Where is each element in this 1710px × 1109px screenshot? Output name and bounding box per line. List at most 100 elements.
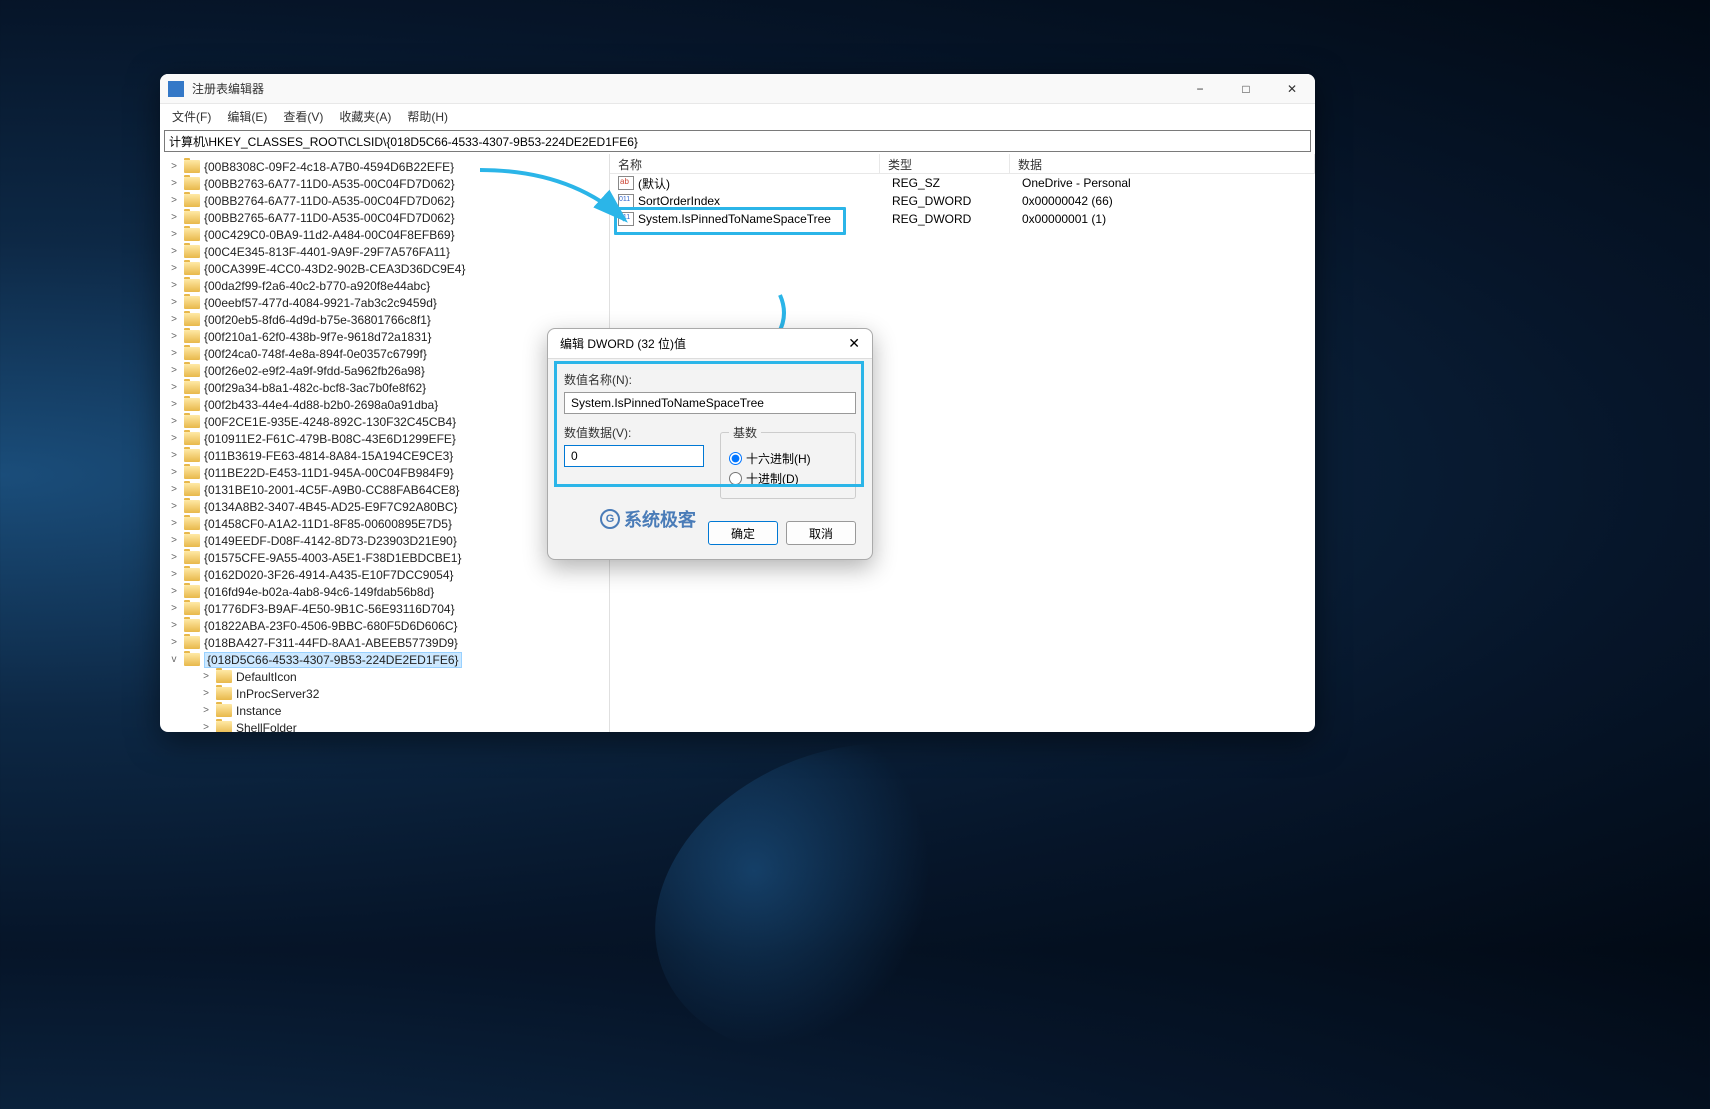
col-data[interactable]: 数据	[1010, 154, 1315, 173]
tree-item[interactable]: >{00f2b433-44e4-4d88-b2b0-2698a0a91dba}	[160, 396, 609, 413]
expander-icon[interactable]: >	[168, 467, 180, 478]
cancel-button[interactable]: 取消	[786, 521, 856, 545]
tree-item[interactable]: >{01776DF3-B9AF-4E50-9B1C-56E93116D704}	[160, 600, 609, 617]
value-data-label: 数值数据(V):	[564, 424, 704, 441]
expander-icon[interactable]: >	[168, 484, 180, 495]
tree-item[interactable]: >{00eebf57-477d-4084-9921-7ab3c2c9459d}	[160, 294, 609, 311]
folder-icon	[216, 721, 232, 732]
value-data: 0x00000001 (1)	[1022, 212, 1315, 226]
col-type[interactable]: 类型	[880, 154, 1010, 173]
expander-icon[interactable]: >	[168, 263, 180, 274]
tree-item[interactable]: >{00f20eb5-8fd6-4d9d-b75e-36801766c8f1}	[160, 311, 609, 328]
tree-item[interactable]: >{011B3619-FE63-4814-8A84-15A194CE9CE3}	[160, 447, 609, 464]
expander-icon[interactable]: >	[168, 280, 180, 291]
expander-icon[interactable]: >	[168, 229, 180, 240]
tree-item[interactable]: > {00da2f99-f2a6-40c2-b770-a920f8e44abc}	[160, 277, 609, 294]
expander-icon[interactable]: >	[168, 365, 180, 376]
tree-item[interactable]: >{00BB2763-6A77-11D0-A535-00C04FD7D062}	[160, 175, 609, 192]
maximize-button[interactable]: □	[1223, 74, 1269, 104]
tree-item[interactable]: >DefaultIcon	[160, 668, 609, 685]
expander-icon[interactable]: >	[168, 348, 180, 359]
tree-item[interactable]: >{01458CF0-A1A2-11D1-8F85-00600895E7D5}	[160, 515, 609, 532]
expander-icon[interactable]: >	[168, 637, 180, 648]
expander-icon[interactable]: >	[168, 297, 180, 308]
tree-label: {00CA399E-4CC0-43D2-902B-CEA3D36DC9E4}	[204, 262, 465, 276]
tree-pane[interactable]: >{00B8308C-09F2-4c18-A7B0-4594D6B22EFE}>…	[160, 154, 610, 732]
expander-icon[interactable]: v	[168, 654, 180, 665]
dialog-close-button[interactable]: ✕	[848, 335, 860, 352]
tree-item[interactable]: >{0131BE10-2001-4C5F-A9B0-CC88FAB64CE8}	[160, 481, 609, 498]
expander-icon[interactable]: >	[168, 535, 180, 546]
expander-icon[interactable]: >	[168, 212, 180, 223]
tree-item[interactable]: > {00C429C0-0BA9-11d2-A484-00C04F8EFB69}	[160, 226, 609, 243]
tree-item[interactable]: >{00BB2765-6A77-11D0-A535-00C04FD7D062}	[160, 209, 609, 226]
expander-icon[interactable]: >	[168, 552, 180, 563]
expander-icon[interactable]: >	[168, 382, 180, 393]
minimize-button[interactable]: −	[1177, 74, 1223, 104]
expander-icon[interactable]: >	[168, 569, 180, 580]
tree-item[interactable]: > {00CA399E-4CC0-43D2-902B-CEA3D36DC9E4}	[160, 260, 609, 277]
expander-icon[interactable]: >	[168, 178, 180, 189]
tree-item[interactable]: >{0149EEDF-D08F-4142-8D73-D23903D21E90}	[160, 532, 609, 549]
tree-item[interactable]: >{00f24ca0-748f-4e8a-894f-0e0357c6799f}	[160, 345, 609, 362]
expander-icon[interactable]: >	[168, 450, 180, 461]
tree-label: {00C429C0-0BA9-11d2-A484-00C04F8EFB69}	[204, 228, 455, 242]
expander-icon[interactable]: >	[168, 620, 180, 631]
tree-item[interactable]: >{00B8308C-09F2-4c18-A7B0-4594D6B22EFE}	[160, 158, 609, 175]
expander-icon[interactable]: >	[168, 399, 180, 410]
expander-icon[interactable]: >	[200, 688, 212, 699]
folder-icon	[184, 432, 200, 445]
expander-icon[interactable]: >	[168, 518, 180, 529]
value-row[interactable]: (默认)REG_SZOneDrive - Personal	[610, 174, 1315, 192]
tree-item[interactable]: >{01575CFE-9A55-4003-A5E1-F38D1EBDCBE1}	[160, 549, 609, 566]
menu-view[interactable]: 查看(V)	[275, 106, 331, 127]
expander-icon[interactable]: >	[168, 314, 180, 325]
tree-item[interactable]: >Instance	[160, 702, 609, 719]
expander-icon[interactable]: >	[200, 722, 212, 732]
tree-item[interactable]: >{0134A8B2-3407-4B45-AD25-E9F7C92A80BC}	[160, 498, 609, 515]
tree-item[interactable]: >{00F2CE1E-935E-4248-892C-130F32C45CB4}	[160, 413, 609, 430]
tree-item[interactable]: >{00f210a1-62f0-438b-9f7e-9618d72a1831}	[160, 328, 609, 345]
tree-item[interactable]: >{01822ABA-23F0-4506-9BBC-680F5D6D606C}	[160, 617, 609, 634]
ok-button[interactable]: 确定	[708, 521, 778, 545]
tree-item[interactable]: >{016fd94e-b02a-4ab8-94c6-149fdab56b8d}	[160, 583, 609, 600]
hex-radio[interactable]	[729, 452, 742, 465]
tree-label: {00da2f99-f2a6-40c2-b770-a920f8e44abc}	[204, 279, 430, 293]
value-data-input[interactable]	[564, 445, 704, 467]
tree-item[interactable]: >InProcServer32	[160, 685, 609, 702]
menu-favorites[interactable]: 收藏夹(A)	[331, 106, 399, 127]
tree-item[interactable]: >{0162D020-3F26-4914-A435-E10F7DCC9054}	[160, 566, 609, 583]
value-row[interactable]: System.IsPinnedToNameSpaceTreeREG_DWORD0…	[610, 210, 1315, 228]
tree-item[interactable]: >{018BA427-F311-44FD-8AA1-ABEEB57739D9}	[160, 634, 609, 651]
menu-help[interactable]: 帮助(H)	[399, 106, 456, 127]
expander-icon[interactable]: >	[200, 671, 212, 682]
menu-file[interactable]: 文件(F)	[164, 106, 219, 127]
address-text: 计算机\HKEY_CLASSES_ROOT\CLSID\{018D5C66-45…	[169, 133, 638, 150]
expander-icon[interactable]: >	[200, 705, 212, 716]
tree-item[interactable]: >{00BB2764-6A77-11D0-A535-00C04FD7D062}	[160, 192, 609, 209]
menu-edit[interactable]: 编辑(E)	[219, 106, 275, 127]
value-name-input[interactable]	[564, 392, 856, 414]
expander-icon[interactable]: >	[168, 195, 180, 206]
expander-icon[interactable]: >	[168, 416, 180, 427]
tree-item[interactable]: >{00f29a34-b8a1-482c-bcf8-3ac7b0fe8f62}	[160, 379, 609, 396]
tree-item[interactable]: >{00C4E345-813F-4401-9A9F-29F7A576FA11}	[160, 243, 609, 260]
expander-icon[interactable]: >	[168, 246, 180, 257]
expander-icon[interactable]: >	[168, 433, 180, 444]
tree-item[interactable]: >ShellFolder	[160, 719, 609, 732]
tree-item[interactable]: v{018D5C66-4533-4307-9B53-224DE2ED1FE6}	[160, 651, 609, 668]
address-bar[interactable]: 计算机\HKEY_CLASSES_ROOT\CLSID\{018D5C66-45…	[164, 130, 1311, 152]
value-icon	[618, 176, 634, 190]
expander-icon[interactable]: >	[168, 161, 180, 172]
expander-icon[interactable]: >	[168, 586, 180, 597]
tree-item[interactable]: >{010911E2-F61C-479B-B08C-43E6D1299EFE}	[160, 430, 609, 447]
dec-radio[interactable]	[729, 472, 742, 485]
tree-item[interactable]: >{011BE22D-E453-11D1-945A-00C04FB984F9}	[160, 464, 609, 481]
col-name[interactable]: 名称	[610, 154, 880, 173]
expander-icon[interactable]: >	[168, 501, 180, 512]
expander-icon[interactable]: >	[168, 603, 180, 614]
expander-icon[interactable]: >	[168, 331, 180, 342]
close-button[interactable]: ✕	[1269, 74, 1315, 104]
value-row[interactable]: SortOrderIndexREG_DWORD0x00000042 (66)	[610, 192, 1315, 210]
tree-item[interactable]: >{00f26e02-e9f2-4a9f-9fdd-5a962fb26a98}	[160, 362, 609, 379]
